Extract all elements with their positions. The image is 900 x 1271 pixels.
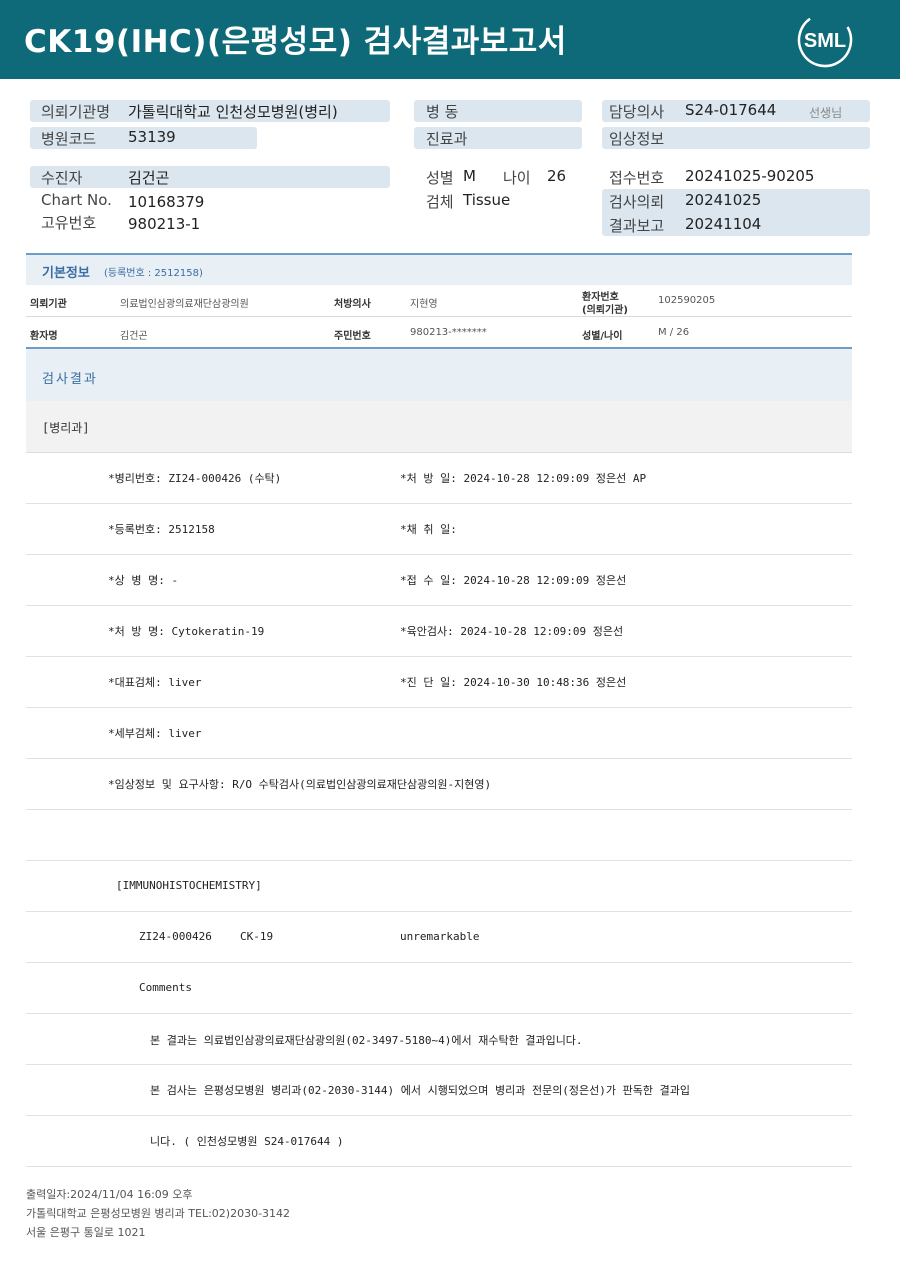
result-row-right: *채 취 일: — [400, 523, 457, 536]
basic-info-row-2: 환자명 김건곤 주민번호 980213-******* 성별/나이 M / 26 — [26, 317, 852, 349]
footer-hospital: 가톨릭대학교 은평성모병원 병리과 TEL:02)2030-3142 — [26, 1207, 291, 1220]
result-row-left: *처 방 명: Cytokeratin-19 — [108, 625, 265, 638]
result-row-left: *등록번호: 2512158 — [108, 523, 215, 536]
age-label: 나이 — [503, 169, 531, 187]
rrn-val: 980213-******* — [410, 327, 487, 338]
ihc-marker: CK-19 — [240, 930, 274, 943]
report-value: 20241104 — [685, 215, 762, 233]
pid-val: 102590205 — [658, 295, 716, 306]
result-row-right: *육안검사: 2024-10-28 12:09:09 정은선 — [400, 625, 624, 638]
report-title: CK19(IHC)(은평성모) 검사결과보고서 — [24, 24, 567, 60]
dept-band: [병리과] — [26, 401, 852, 453]
chart-value: 10168379 — [128, 193, 205, 211]
specimen-label: 검체 — [426, 193, 454, 211]
sexage-key: 성별/나이 — [582, 331, 623, 342]
divider — [26, 911, 852, 912]
patient-pill — [30, 166, 390, 188]
divider — [26, 656, 852, 657]
report-header: CK19(IHC)(은평성모) 검사결과보고서 SML — [0, 0, 900, 79]
receipt-label: 접수번호 — [609, 169, 665, 187]
divider — [26, 707, 852, 708]
footer-print-date: 출력일자:2024/11/04 16:09 오후 — [26, 1188, 193, 1201]
rrn-key: 주민번호 — [334, 331, 371, 342]
receipt-value: 20241025-90205 — [685, 167, 815, 185]
patient-value: 김건곤 — [128, 169, 170, 187]
result-row-right: *처 방 일: 2024-10-28 12:09:09 정은선 AP — [400, 472, 647, 485]
basic-info-title: 기본정보 — [42, 266, 90, 281]
patient-label: 수진자 — [41, 169, 83, 187]
divider — [26, 809, 852, 810]
logo-text: SML — [804, 30, 846, 52]
institution-value: 가톨릭대학교 인천성모병원(병리) — [128, 103, 338, 121]
sex-label: 성별 — [426, 169, 454, 187]
divider — [26, 758, 852, 759]
result-row-left: *대표검체: liver — [108, 676, 202, 689]
age-value: 26 — [547, 167, 567, 185]
doctor-suffix: 선생님 — [809, 106, 843, 120]
divider — [26, 605, 852, 606]
ihc-result: unremarkable — [400, 930, 480, 943]
clinical-label: 임상정보 — [609, 130, 665, 148]
divider — [26, 1064, 852, 1065]
result-header: 검사결과 — [26, 347, 852, 401]
comment-line-3: 니다. ( 인천성모병원 S24-017644 ) — [150, 1135, 344, 1148]
chart-label: Chart No. — [41, 191, 112, 209]
divider — [26, 962, 852, 963]
doctor-label: 담당의사 — [609, 103, 665, 121]
name-key: 환자명 — [30, 331, 58, 342]
dept-label: 진료과 — [426, 130, 468, 148]
basic-info-row-1: 의뢰기관 의료법인삼광의료재단삼광의원 처방의사 지현영 환자번호 (의뢰기관)… — [26, 285, 852, 317]
doctor-val: 지현영 — [410, 299, 438, 310]
unique-value: 980213-1 — [128, 215, 201, 233]
footer-address: 서울 은평구 통일로 1021 — [26, 1226, 146, 1239]
ward-label: 병 동 — [426, 103, 459, 121]
divider — [26, 1013, 852, 1014]
ihc-number: ZI24-000426 — [139, 930, 212, 943]
comments-label: Comments — [139, 981, 192, 994]
basic-info-reg-note: (등록번호 : 2512158) — [104, 268, 203, 279]
result-row-right: *진 단 일: 2024-10-30 10:48:36 정은선 — [400, 676, 627, 689]
result-row-left: *병리번호: ZI24-000426 (수탁) — [108, 472, 282, 485]
name-val: 김건곤 — [120, 331, 148, 342]
doctor-key: 처방의사 — [334, 299, 371, 310]
divider — [26, 503, 852, 504]
divider — [26, 1166, 852, 1167]
hospital-code-label: 병원코드 — [41, 130, 97, 148]
report-label: 결과보고 — [609, 217, 665, 235]
result-row-left: *세부검체: liver — [108, 727, 202, 740]
pid-key-2: (의뢰기관) — [582, 305, 628, 316]
result-row-right: *접 수 일: 2024-10-28 12:09:09 정은선 — [400, 574, 627, 587]
hospital-code-value: 53139 — [128, 128, 176, 146]
divider — [26, 1115, 852, 1116]
comment-line-1: 본 결과는 의료법인삼광의료재단삼광의원(02-3497-5180~4)에서 재… — [150, 1034, 583, 1047]
result-title: 검사결과 — [42, 372, 98, 387]
inst-val: 의료법인삼광의료재단삼광의원 — [120, 299, 249, 310]
divider — [26, 554, 852, 555]
inst-key: 의뢰기관 — [30, 299, 67, 310]
ihc-header: [IMMUNOHISTOCHEMISTRY] — [116, 879, 262, 892]
divider — [26, 860, 852, 861]
sml-logo-icon: SML — [797, 12, 853, 68]
request-value: 20241025 — [685, 191, 762, 209]
basic-info-header: 기본정보 (등록번호 : 2512158) — [26, 253, 852, 285]
request-label: 검사의뢰 — [609, 193, 665, 211]
pathology-dept-label: [병리과] — [42, 421, 90, 435]
comment-line-2: 본 검사는 은평성모병원 병리과(02-2030-3144) 에서 시행되었으며… — [150, 1084, 691, 1097]
institution-label: 의뢰기관명 — [41, 103, 111, 121]
specimen-value: Tissue — [463, 191, 511, 209]
sex-value: M — [463, 167, 476, 185]
doctor-value: S24-017644 — [685, 101, 777, 119]
result-row-left: *상 병 명: - — [108, 574, 179, 587]
unique-label: 고유번호 — [41, 214, 97, 232]
sexage-val: M / 26 — [658, 327, 690, 338]
result-row-left: *임상정보 및 요구사항: R/O 수탁검사(의료법인삼광의료재단삼광의원-지현… — [108, 778, 492, 791]
